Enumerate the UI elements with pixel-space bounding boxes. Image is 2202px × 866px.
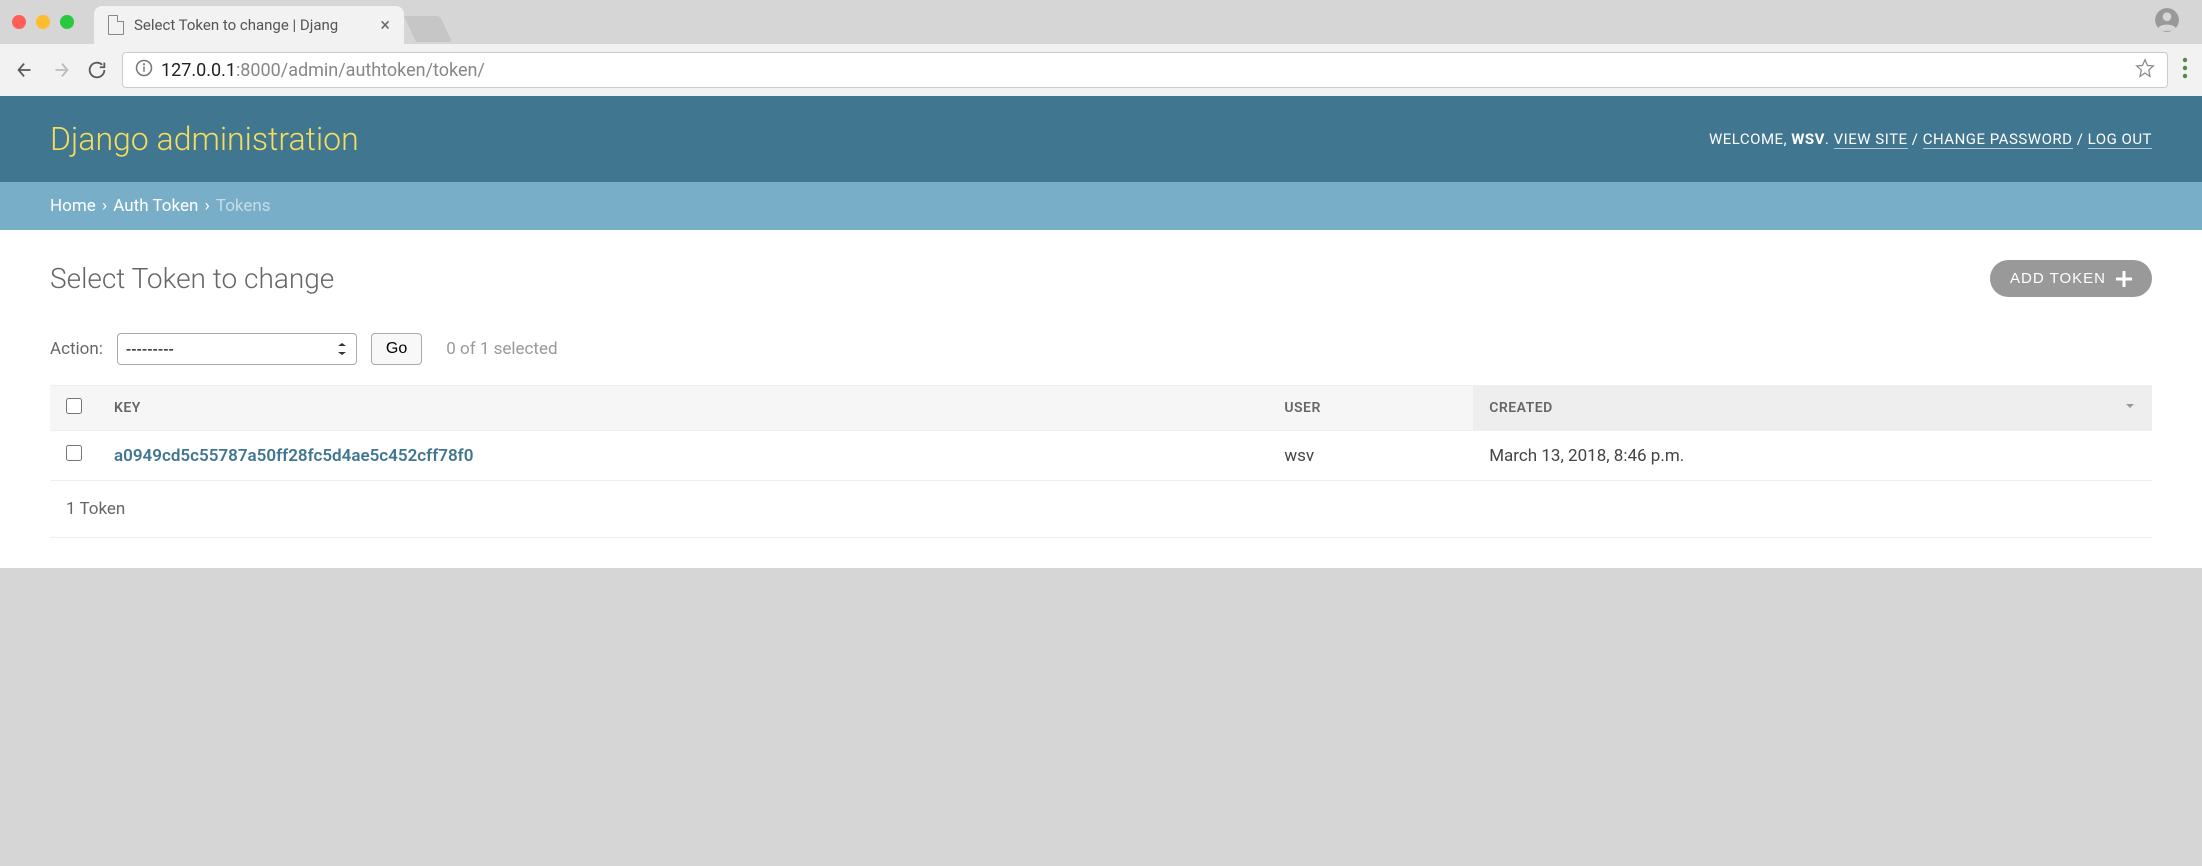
action-select[interactable]: ---------: [117, 333, 357, 365]
bookmark-icon[interactable]: [2135, 58, 2155, 82]
admin-header: Django administration WELCOME, WSV. VIEW…: [0, 96, 2202, 182]
window-controls: [12, 15, 74, 29]
new-tab-button[interactable]: [404, 16, 452, 42]
site-title: Django administration: [50, 120, 359, 158]
view-site-link[interactable]: VIEW SITE: [1834, 130, 1908, 149]
column-user[interactable]: USER: [1268, 386, 1473, 431]
go-button[interactable]: Go: [371, 333, 422, 365]
selection-count: 0 of 1 selected: [446, 339, 557, 359]
chevron-down-icon: [2124, 400, 2136, 416]
select-all-header: [50, 386, 98, 431]
actions-label: Action:: [50, 339, 103, 359]
add-token-button[interactable]: ADD TOKEN: [1990, 260, 2152, 297]
tab-title: Select Token to change | Djang: [134, 16, 370, 34]
results-table: KEY USER CREATED a0949cd5c55787a50ff28fc…: [50, 385, 2152, 481]
browser-tab[interactable]: Select Token to change | Djang ×: [94, 6, 404, 44]
row-checkbox[interactable]: [66, 445, 82, 461]
content-header: Select Token to change ADD TOKEN: [50, 260, 2152, 297]
change-password-link[interactable]: CHANGE PASSWORD: [1923, 130, 2073, 149]
breadcrumb-app[interactable]: Auth Token: [113, 196, 198, 216]
menu-icon[interactable]: [2182, 57, 2188, 83]
add-button-label: ADD TOKEN: [2010, 270, 2106, 287]
breadcrumb-home[interactable]: Home: [50, 196, 96, 216]
token-key-link[interactable]: a0949cd5c55787a50ff28fc5d4ae5c452cff78f0: [114, 446, 473, 466]
row-key-cell: a0949cd5c55787a50ff28fc5d4ae5c452cff78f0: [98, 431, 1268, 481]
select-all-checkbox[interactable]: [66, 398, 82, 414]
window-maximize-button[interactable]: [60, 15, 74, 29]
row-user-cell: wsv: [1268, 431, 1473, 481]
row-select-cell: [50, 431, 98, 481]
url-text: 127.0.0.1:8000/admin/authtoken/token/: [161, 60, 485, 81]
page-icon: [108, 15, 124, 35]
column-key[interactable]: KEY: [98, 386, 1268, 431]
window-close-button[interactable]: [12, 15, 26, 29]
username: WSV: [1791, 130, 1825, 148]
info-icon[interactable]: [135, 59, 153, 81]
back-button[interactable]: [14, 59, 36, 81]
page-title: Select Token to change: [50, 262, 334, 295]
content: Select Token to change ADD TOKEN Action:…: [0, 230, 2202, 568]
browser-chrome: Select Token to change | Djang × 127.0.0…: [0, 0, 2202, 96]
breadcrumb: Home › Auth Token › Tokens: [0, 182, 2202, 230]
breadcrumb-current: Tokens: [216, 196, 271, 216]
welcome-text: WELCOME,: [1709, 130, 1791, 148]
url-bar[interactable]: 127.0.0.1:8000/admin/authtoken/token/: [122, 52, 2168, 88]
forward-button[interactable]: [50, 59, 72, 81]
actions-bar: Action: --------- Go 0 of 1 selected: [50, 333, 2152, 365]
table-row: a0949cd5c55787a50ff28fc5d4ae5c452cff78f0…: [50, 431, 2152, 481]
close-icon[interactable]: ×: [380, 15, 390, 36]
logout-link[interactable]: LOG OUT: [2088, 130, 2152, 149]
window-minimize-button[interactable]: [36, 15, 50, 29]
plus-icon: [2116, 271, 2132, 287]
row-created-cell: March 13, 2018, 8:46 p.m.: [1473, 431, 2152, 481]
paginator: 1 Token: [50, 481, 2152, 538]
user-profile-icon[interactable]: [2154, 7, 2180, 37]
user-links: WELCOME, WSV. VIEW SITE / CHANGE PASSWOR…: [1709, 130, 2152, 148]
browser-toolbar: 127.0.0.1:8000/admin/authtoken/token/: [0, 44, 2202, 96]
reload-button[interactable]: [86, 59, 108, 81]
column-created[interactable]: CREATED: [1473, 386, 2152, 431]
tab-bar: Select Token to change | Djang ×: [0, 0, 2202, 44]
